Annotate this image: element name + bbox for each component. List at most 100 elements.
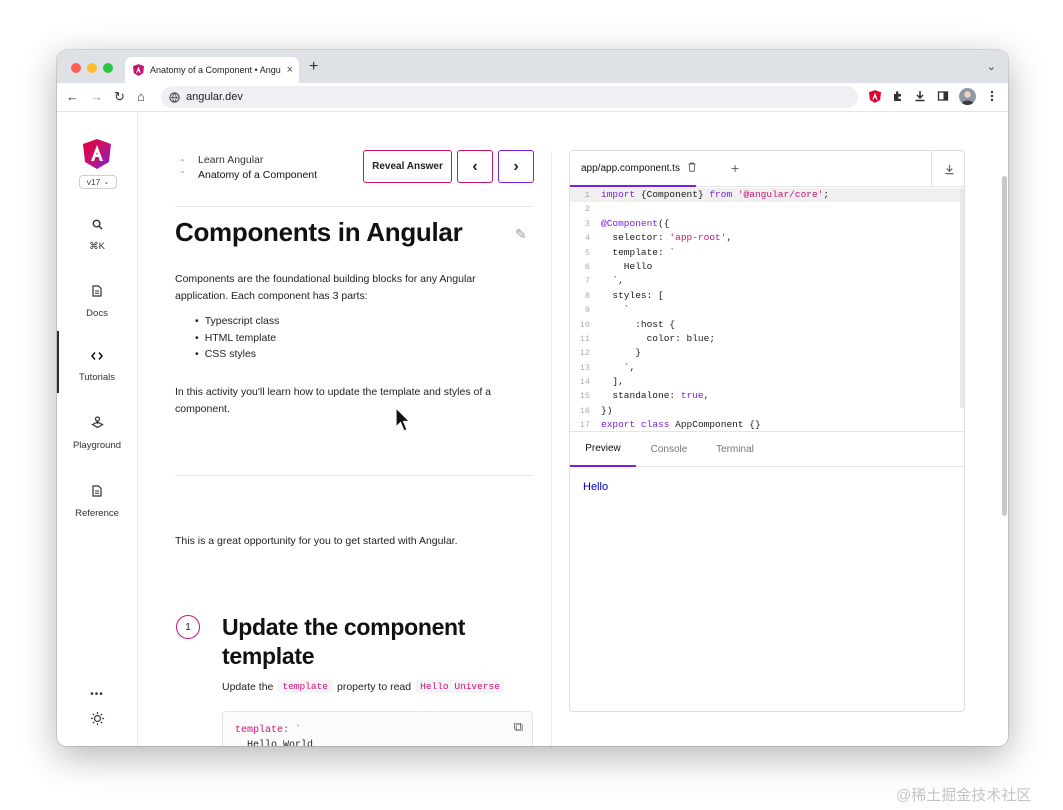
copy-icon[interactable]: ⧉ — [514, 720, 523, 735]
code-line: 13 `, — [570, 361, 960, 375]
code-area[interactable]: 1 import {Component} from '@angular/core'… — [570, 188, 960, 429]
doc-icon — [57, 285, 137, 300]
code-text: @Component({ — [601, 217, 670, 229]
code-text: standalone: true, — [601, 390, 710, 402]
edit-pencil-icon[interactable]: ✎ — [515, 226, 527, 243]
close-window-dot[interactable] — [71, 63, 81, 73]
more-menu-icon[interactable]: ••• — [57, 689, 137, 700]
line-number: 9 — [584, 305, 590, 316]
snippet-line: Hello World — [235, 740, 314, 746]
line-number: 17 — [579, 420, 590, 429]
code-line: 7 `, — [570, 274, 960, 288]
watermark: @稀土掘金技术社区 — [896, 787, 1032, 804]
code-line: 15 standalone: true, — [570, 389, 960, 403]
angular-logo-icon[interactable] — [83, 139, 111, 169]
breadcrumb-current: Anatomy of a Component — [198, 169, 318, 181]
line-number: 15 — [579, 391, 590, 402]
page-title: Components in Angular — [175, 217, 463, 247]
code-line: 14 ], — [570, 375, 960, 389]
reload-button[interactable]: ↻ — [114, 89, 125, 105]
editor-scrollbar[interactable] — [960, 188, 964, 408]
sidebar-item-label: ⌘K — [89, 241, 105, 252]
sidebar-item-label: Reference — [75, 508, 119, 519]
sidebar-item-tutorials[interactable]: Tutorials — [57, 331, 137, 393]
line-number: 7 — [584, 276, 590, 287]
breadcrumb-toggle-icon[interactable]: ⌃ ⌄ — [179, 159, 186, 175]
pane-divider[interactable] — [551, 151, 552, 746]
sidebar-item-playground[interactable]: Playground — [57, 416, 137, 451]
sidebar-item-label: Tutorials — [78, 372, 116, 383]
instruction-text: property to read — [336, 680, 412, 693]
inline-code: Hello Universe — [416, 680, 504, 693]
sidebar-item-label: Playground — [72, 440, 122, 451]
snippet-line: template: ` — [235, 725, 302, 736]
code-text: selector: 'app-root', — [601, 232, 733, 244]
next-step-button[interactable]: › — [498, 150, 534, 183]
download-code-button[interactable] — [931, 151, 964, 187]
list-item: Typescript class — [195, 313, 280, 330]
line-number: 1 — [584, 190, 590, 200]
tab-app-component-ts[interactable]: app/app.component.ts — [570, 151, 696, 187]
side-panel-icon[interactable] — [936, 89, 950, 103]
add-file-button[interactable]: + — [731, 160, 739, 176]
preview-tabs: Preview Console Terminal — [570, 431, 964, 467]
code-text: color: blue; — [601, 332, 716, 344]
trash-icon[interactable] — [688, 162, 696, 175]
code-line: 1 import {Component} from '@angular/core'… — [570, 188, 960, 203]
previous-step-button[interactable]: ‹ — [457, 150, 493, 183]
profile-avatar[interactable] — [959, 88, 976, 105]
code-snippet: template: ` Hello World ⧉ — [222, 711, 533, 746]
zoom-window-dot[interactable] — [103, 63, 113, 73]
preview-output: Hello — [583, 481, 609, 493]
tab-preview[interactable]: Preview — [570, 432, 636, 467]
code-text: Hello — [601, 260, 653, 272]
file-tab-label: app/app.component.ts — [581, 162, 680, 174]
breadcrumb-parent[interactable]: Learn Angular — [198, 154, 263, 166]
back-button[interactable]: ← — [66, 89, 79, 105]
extensions-icon[interactable] — [891, 89, 905, 103]
line-number: 16 — [579, 405, 590, 416]
code-text: }) — [601, 404, 613, 416]
site-info-icon[interactable] — [169, 91, 180, 103]
sidebar-item-docs[interactable]: Docs — [57, 285, 137, 319]
new-tab-button[interactable]: + — [309, 58, 318, 76]
sidebar: v17 ⌄ ⌘K Docs Tutorials Playground Refer… — [57, 113, 138, 746]
intro-paragraph: Components are the foundational building… — [175, 273, 476, 302]
version-select[interactable]: v17 ⌄ — [79, 175, 117, 189]
tab-console[interactable]: Console — [636, 432, 702, 467]
section-divider — [175, 475, 533, 476]
line-number: 8 — [584, 290, 590, 301]
sidebar-item-search[interactable]: ⌘K — [57, 218, 137, 252]
code-text: import {Component} from '@angular/core'; — [601, 189, 830, 200]
download-icon[interactable] — [913, 89, 927, 103]
tab-close-icon[interactable]: × — [287, 64, 293, 76]
code-editor: app/app.component.ts + 1 import {Componen… — [569, 150, 965, 712]
forward-button[interactable]: → — [90, 89, 103, 105]
home-button[interactable]: ⌂ — [137, 89, 145, 105]
code-text: export class AppComponent {} — [601, 419, 761, 429]
tab-search-icon[interactable]: ⌄ — [987, 60, 996, 73]
browser-tab[interactable]: Anatomy of a Component • Angular × — [125, 57, 299, 83]
page-scrollbar[interactable] — [1002, 176, 1007, 516]
address-bar[interactable]: angular.dev — [161, 86, 858, 108]
line-number: 12 — [579, 348, 590, 359]
inline-code: template — [278, 680, 332, 693]
line-number: 2 — [584, 204, 590, 215]
sun-icon — [57, 711, 137, 729]
theme-toggle[interactable] — [57, 711, 137, 737]
browser-window: Anatomy of a Component • Angular × + ⌄ ←… — [57, 50, 1008, 746]
mouse-pointer-icon — [395, 407, 411, 432]
code-text: ` — [601, 304, 630, 316]
angular-devtools-icon[interactable] — [868, 89, 882, 103]
reveal-answer-button[interactable]: Reveal Answer — [363, 150, 452, 183]
line-number: 14 — [579, 377, 590, 388]
tab-title: Anatomy of a Component • Angular — [150, 65, 281, 75]
browser-menu-icon[interactable] — [985, 89, 999, 103]
code-line: 17 export class AppComponent {} — [570, 418, 960, 429]
tab-terminal[interactable]: Terminal — [702, 432, 768, 467]
opportunity-paragraph: This is a great opportunity for you to g… — [175, 535, 458, 547]
sidebar-item-reference[interactable]: Reference — [57, 485, 137, 519]
line-number: 11 — [579, 333, 590, 344]
sidebar-item-label: Docs — [86, 308, 108, 319]
minimize-window-dot[interactable] — [87, 63, 97, 73]
